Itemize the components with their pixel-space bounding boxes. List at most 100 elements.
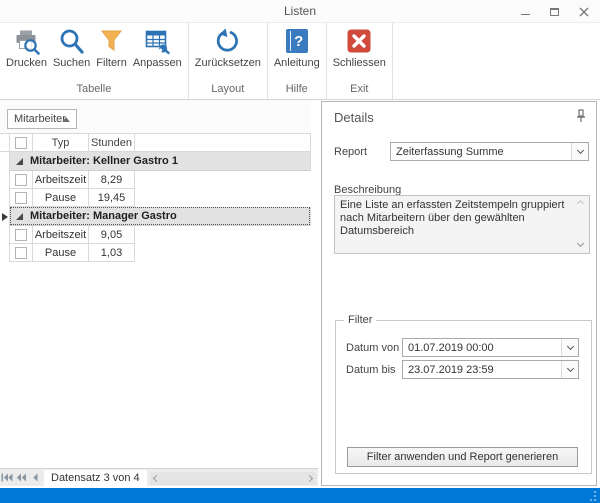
row-indicator-cell xyxy=(0,152,10,171)
row-indicator-cell xyxy=(0,244,10,262)
group-row-content: Mitarbeiter: Kellner Gastro 1 xyxy=(10,152,311,171)
window-controls xyxy=(511,0,598,23)
group-expanded-icon[interactable] xyxy=(15,157,24,166)
maximize-button[interactable] xyxy=(540,0,569,23)
scroll-left-icon[interactable] xyxy=(153,475,160,482)
datum-von-label: Datum von xyxy=(346,342,399,354)
report-combobox[interactable]: Zeiterfassung Summe xyxy=(390,142,589,161)
scroll-up-icon[interactable] xyxy=(578,201,584,207)
group-row-content: Mitarbeiter: Manager Gastro xyxy=(10,207,311,226)
table-row[interactable]: Pause 19,45 xyxy=(0,189,311,207)
column-header-filler xyxy=(135,134,311,152)
ribbon-group-caption: Exit xyxy=(330,80,389,99)
cell-typ: Arbeitszeit xyxy=(33,171,89,189)
group-header-text: Mitarbeiter: Kellner Gastro 1 xyxy=(30,155,178,167)
column-header-stunden[interactable]: Stunden xyxy=(89,134,135,152)
anleitung-label: Anleitung xyxy=(274,57,320,69)
report-label: Report xyxy=(334,146,367,158)
datum-bis-label: Datum bis xyxy=(346,364,396,376)
window-title: Listen xyxy=(0,4,600,18)
ribbon-group-caption: Hilfe xyxy=(271,80,323,99)
pin-icon[interactable] xyxy=(575,109,587,123)
table-row[interactable]: Pause 1,03 xyxy=(0,244,311,262)
row-checkbox[interactable] xyxy=(10,189,33,207)
details-title: Details xyxy=(334,110,374,125)
scroll-down-icon[interactable] xyxy=(578,241,584,247)
datum-bis-dropdown-button[interactable] xyxy=(561,361,578,378)
anpassen-label: Anpassen xyxy=(133,57,182,69)
anpassen-button[interactable]: Anpassen xyxy=(130,25,185,80)
nav-first-button[interactable] xyxy=(0,470,14,486)
ribbon-group-tabelle: Drucken Suchen xyxy=(0,23,189,99)
titlebar: Listen xyxy=(0,0,600,23)
nav-prev-page-button[interactable] xyxy=(14,470,28,486)
group-header-text: Mitarbeiter: Manager Gastro xyxy=(30,210,177,222)
column-header-typ[interactable]: Typ xyxy=(33,134,89,152)
table-wrench-icon xyxy=(143,27,171,55)
current-row-arrow-icon xyxy=(2,213,8,221)
checkbox-icon xyxy=(15,174,27,186)
ribbon-group-hilfe: ? Anleitung Hilfe xyxy=(268,23,327,99)
group-expanded-icon[interactable] xyxy=(15,212,24,221)
reset-icon xyxy=(214,27,242,55)
select-all-checkbox[interactable] xyxy=(10,134,33,152)
report-value: Zeiterfassung Summe xyxy=(391,143,571,160)
group-row[interactable]: Mitarbeiter: Kellner Gastro 1 xyxy=(0,152,311,171)
group-by-panel[interactable]: Mitarbeiter xyxy=(0,100,311,133)
cell-stunden: 9,05 xyxy=(89,226,135,244)
anleitung-button[interactable]: ? Anleitung xyxy=(271,25,323,80)
row-indicator-header xyxy=(0,134,10,152)
schliessen-button[interactable]: Schliessen xyxy=(330,25,389,80)
current-row-indicator xyxy=(0,207,10,226)
cell-typ: Arbeitszeit xyxy=(33,226,89,244)
zuruecksetzen-button[interactable]: Zurücksetzen xyxy=(192,25,264,80)
taskbar[interactable] xyxy=(0,488,600,503)
filtern-button[interactable]: Filtern xyxy=(93,25,130,80)
suchen-button[interactable]: Suchen xyxy=(50,25,93,80)
report-dropdown-button[interactable] xyxy=(571,143,588,160)
row-checkbox[interactable] xyxy=(10,244,33,262)
details-panel: Details Report Zeiterfassung Summe Besch… xyxy=(321,101,597,486)
suchen-label: Suchen xyxy=(53,57,90,69)
row-indicator-cell xyxy=(0,189,10,207)
ribbon-group-layout: Zurücksetzen Layout xyxy=(189,23,268,99)
app-window: Listen xyxy=(0,0,600,503)
minimize-button[interactable] xyxy=(511,0,540,23)
zuruecksetzen-label: Zurücksetzen xyxy=(195,57,261,69)
record-position-text: Datensatz 3 von 4 xyxy=(44,470,147,486)
nav-first-icon xyxy=(1,473,13,482)
resize-grip-icon xyxy=(588,491,596,501)
chevron-down-icon xyxy=(566,342,573,349)
datum-von-combobox[interactable]: 01.07.2019 00:00 xyxy=(402,338,579,357)
schliessen-label: Schliessen xyxy=(333,57,386,69)
table-row[interactable]: Arbeitszeit 9,05 xyxy=(0,226,311,244)
group-by-column-button[interactable]: Mitarbeiter xyxy=(7,109,77,129)
datum-von-dropdown-button[interactable] xyxy=(561,339,578,356)
datum-bis-combobox[interactable]: 23.07.2019 23:59 xyxy=(402,360,579,379)
beschreibung-textarea[interactable]: Eine Liste an erfassten Zeitstempeln gru… xyxy=(334,195,590,254)
cell-stunden: 1,03 xyxy=(89,244,135,262)
nav-prev-icon xyxy=(32,473,39,482)
filter-groupbox: Filter Datum von 01.07.2019 00:00 Datum … xyxy=(335,320,592,474)
beschreibung-text: Eine Liste an erfassten Zeitstempeln gru… xyxy=(340,199,564,237)
filtern-label: Filtern xyxy=(96,57,127,69)
drucken-button[interactable]: Drucken xyxy=(3,25,50,80)
maximize-icon xyxy=(550,8,559,16)
apply-filter-button[interactable]: Filter anwenden und Report generieren xyxy=(347,447,578,467)
scroll-right-icon[interactable] xyxy=(306,475,313,482)
printer-search-icon xyxy=(12,27,40,55)
row-checkbox[interactable] xyxy=(10,171,33,189)
horizontal-scrollbar[interactable] xyxy=(150,472,316,485)
search-icon xyxy=(58,27,86,55)
nav-prev-button[interactable] xyxy=(28,470,42,486)
record-navigator: Datensatz 3 von 4 xyxy=(0,468,318,486)
checkbox-icon xyxy=(15,137,27,149)
row-checkbox[interactable] xyxy=(10,226,33,244)
cell-stunden: 8,29 xyxy=(89,171,135,189)
close-button[interactable] xyxy=(569,0,598,23)
group-row-current[interactable]: Mitarbeiter: Manager Gastro xyxy=(0,207,311,226)
table-row[interactable]: Arbeitszeit 8,29 xyxy=(0,171,311,189)
grid-header-row: Typ Stunden xyxy=(0,134,311,152)
close-box-icon xyxy=(345,27,373,55)
funnel-icon xyxy=(98,27,126,55)
